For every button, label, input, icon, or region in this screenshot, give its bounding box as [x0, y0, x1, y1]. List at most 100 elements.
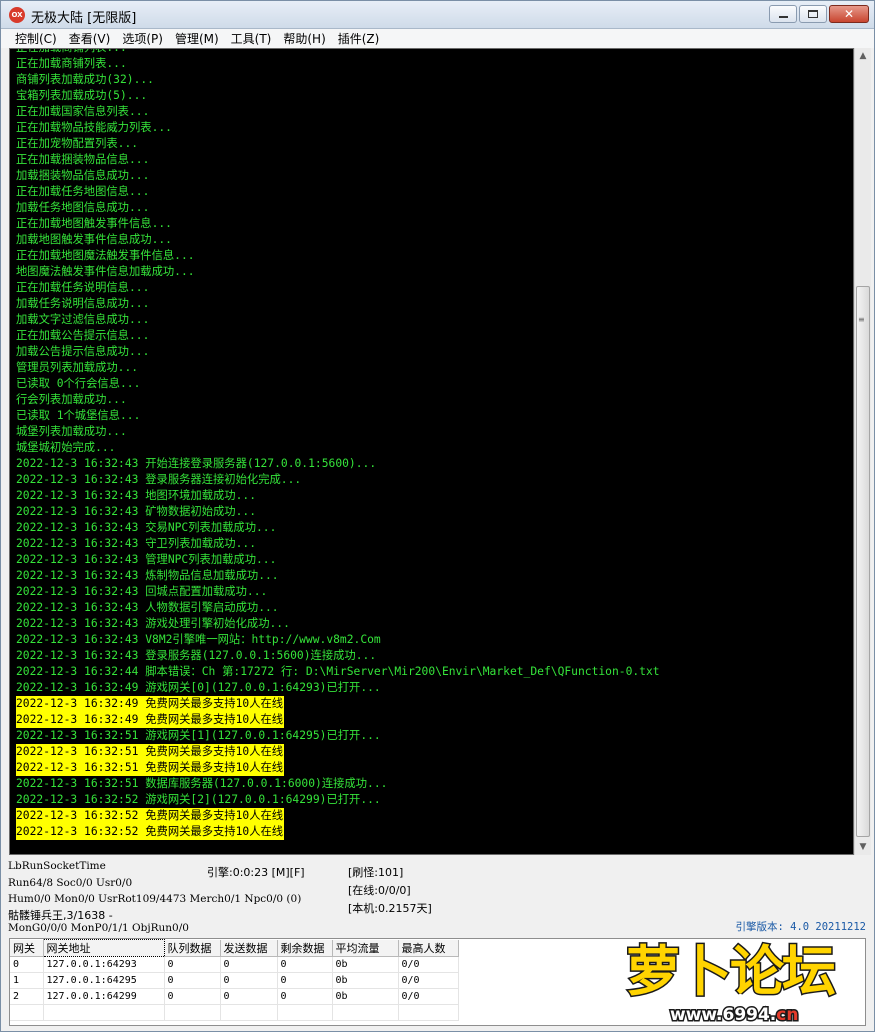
log-line: 2022-12-3 16:32:43 炼制物品信息加载成功...: [16, 569, 279, 582]
menu-manage[interactable]: 管理(M): [169, 30, 225, 47]
log-line-row: 正在加载公告提示信息...: [16, 328, 660, 344]
log-line: 2022-12-3 16:32:43 地图环境加载成功...: [16, 489, 257, 502]
menu-control[interactable]: 控制(C): [9, 30, 63, 47]
log-line-row: 2022-12-3 16:32:51 数据库服务器(127.0.0.1:6000…: [16, 776, 660, 792]
window-title: 无极大陆 [无限版]: [31, 11, 137, 26]
menu-help[interactable]: 帮助(H): [277, 30, 331, 47]
scroll-down-icon[interactable]: ▼: [855, 839, 871, 855]
scroll-thumb[interactable]: [856, 286, 870, 837]
log-line: 正在加载捆装物品信息...: [16, 153, 150, 166]
log-line-row: 正在加载地图魔法触发事件信息...: [16, 248, 660, 264]
log-line-highlighted: 2022-12-3 16:32:52 免费网关最多支持10人在线: [16, 824, 285, 840]
log-line: 2022-12-3 16:32:49 游戏网关[0](127.0.0.1:642…: [16, 681, 381, 694]
log-line-row: 城堡列表加载成功...: [16, 424, 660, 440]
log-line-highlighted: 2022-12-3 16:32:49 免费网关最多支持10人在线: [16, 696, 285, 712]
log-line: 正在加载商铺列表...: [16, 57, 127, 70]
table-row[interactable]: 2 127.0.0.1:64299 0 0 0 0b 0/0: [10, 988, 459, 1005]
col-remaining[interactable]: 剩余数据: [277, 939, 333, 957]
log-line: 正在加载任务说明信息...: [16, 281, 150, 294]
maximize-icon: [808, 10, 818, 18]
menu-options[interactable]: 选项(P): [116, 30, 169, 47]
cell: 0: [277, 956, 333, 973]
menu-tools[interactable]: 工具(T): [225, 30, 278, 47]
log-line: 加载捆装物品信息成功...: [16, 169, 150, 182]
log-line-row: 加载地图触发事件信息成功...: [16, 232, 660, 248]
close-button[interactable]: ✕: [829, 5, 869, 23]
cell: 0: [164, 988, 221, 1005]
log-lines: 正在加载商铺列表...正在加载商铺列表... 商铺列表加载成功(32)... 宝箱列…: [16, 49, 660, 840]
log-line: 2022-12-3 16:32:43 守卫列表加载成功...: [16, 537, 257, 550]
minimize-button[interactable]: [769, 5, 797, 23]
log-line-row: 城堡城初始完成...: [16, 440, 660, 456]
log-line-row: 正在加载捆装物品信息...: [16, 152, 660, 168]
title-bar[interactable]: OX 无极大陆 [无限版] ✕: [1, 1, 874, 29]
log-line: 加载地图触发事件信息成功...: [16, 233, 172, 246]
cell: 0b: [332, 956, 399, 973]
engine-version: 引擎版本: 4.0 20211212: [735, 921, 866, 933]
log-scrollbar[interactable]: ▲ ≡ ▼: [854, 48, 871, 855]
window-controls: ✕: [769, 5, 869, 23]
log-line: 正在加载物品技能威力列表...: [16, 121, 172, 134]
log-line: 2022-12-3 16:32:43 管理NPC列表加载成功...: [16, 553, 277, 566]
col-avg-traffic[interactable]: 平均流量: [332, 939, 399, 957]
app-icon[interactable]: OX: [9, 7, 25, 23]
log-line-highlighted: 2022-12-3 16:32:51 免费网关最多支持10人在线: [16, 760, 285, 776]
log-line-row: 商铺列表加载成功(32)...: [16, 72, 660, 88]
table-row[interactable]: 0 127.0.0.1:64293 0 0 0 0b 0/0: [10, 956, 459, 973]
log-line-row: 宝箱列表加载成功(5)...: [16, 88, 660, 104]
log-line: 加载文字过滤信息成功...: [16, 313, 150, 326]
log-line-row: 正在加载物品技能威力列表...: [16, 120, 660, 136]
cell: 0: [277, 972, 333, 989]
cell: 0: [220, 988, 278, 1005]
log-line-row: 2022-12-3 16:32:43 V8M2引擎唯一网站：http://www…: [16, 632, 660, 648]
log-line: 管理员列表加载成功...: [16, 361, 139, 374]
log-line: 宝箱列表加载成功(5)...: [16, 89, 148, 102]
maximize-button[interactable]: [799, 5, 827, 23]
log-console[interactable]: 正在加载商铺列表...正在加载商铺列表... 商铺列表加载成功(32)... 宝箱列…: [9, 48, 854, 855]
log-line-row: 正在加载任务说明信息...: [16, 280, 660, 296]
menu-plugins[interactable]: 插件(Z): [332, 30, 386, 47]
log-line: 2022-12-3 16:32:43 V8M2引擎唯一网站：http://www…: [16, 633, 381, 646]
col-gateway[interactable]: 网关: [10, 939, 44, 957]
cell: 127.0.0.1:64293: [43, 956, 165, 973]
log-line-row: 加载文字过滤信息成功...: [16, 312, 660, 328]
col-queue[interactable]: 队列数据: [164, 939, 221, 957]
log-line: 2022-12-3 16:32:44 脚本错误：Ch 第:17272 行: D:…: [16, 665, 660, 678]
log-line-row: 2022-12-3 16:32:49 游戏网关[0](127.0.0.1:642…: [16, 680, 660, 696]
log-line-row: 正在加宠物配置列表...: [16, 136, 660, 152]
main-window: OX 无极大陆 [无限版] ✕ 控制(C) 查看(V) 选项(P) 管理(M) …: [0, 0, 875, 1032]
log-line-row: 2022-12-3 16:32:52 免费网关最多支持10人在线: [16, 808, 660, 824]
scroll-up-icon[interactable]: ▲: [855, 48, 871, 64]
cell: 127.0.0.1:64299: [43, 988, 165, 1005]
log-line-row: 2022-12-3 16:32:49 免费网关最多支持10人在线: [16, 696, 660, 712]
log-line-row: 已读取 0个行会信息...: [16, 376, 660, 392]
col-sent[interactable]: 发送数据: [220, 939, 278, 957]
col-address[interactable]: 网关地址: [42, 939, 165, 957]
log-line-row: 2022-12-3 16:32:43 登录服务器(127.0.0.1:5600)…: [16, 648, 660, 664]
log-line-row: 地图魔法触发事件信息加载成功...: [16, 264, 660, 280]
log-line-highlighted: 2022-12-3 16:32:51 免费网关最多支持10人在线: [16, 744, 285, 760]
log-line: 加载任务说明信息成功...: [16, 297, 150, 310]
log-line-row: 加载任务地图信息成功...: [16, 200, 660, 216]
cell: 0b: [332, 988, 399, 1005]
log-line-row: 正在加载国家信息列表...: [16, 104, 660, 120]
uptime: [本机:0.2157天]: [348, 902, 432, 915]
log-line-row: 加载公告提示信息成功...: [16, 344, 660, 360]
col-max-users[interactable]: 最高人数: [398, 939, 459, 957]
menu-bar: 控制(C) 查看(V) 选项(P) 管理(M) 工具(T) 帮助(H) 插件(Z…: [1, 29, 874, 48]
log-line-row: 正在加载任务地图信息...: [16, 184, 660, 200]
log-line: 已读取 0个行会信息...: [16, 377, 141, 390]
log-line: 2022-12-3 16:32:51 数据库服务器(127.0.0.1:6000…: [16, 777, 388, 790]
log-line-row: 2022-12-3 16:32:43 回城点配置加载成功...: [16, 584, 660, 600]
log-line-row: 2022-12-3 16:32:44 脚本错误：Ch 第:17272 行: D:…: [16, 664, 660, 680]
gateway-table[interactable]: 网关 网关地址 队列数据 发送数据 剩余数据 平均流量 最高人数 0 127.0…: [9, 938, 866, 1026]
table-row[interactable]: 1 127.0.0.1:64295 0 0 0 0b 0/0: [10, 972, 459, 989]
log-line-row: 正在加载地图触发事件信息...: [16, 216, 660, 232]
log-line: 正在加载商铺列表...: [16, 49, 660, 56]
log-line-row: 2022-12-3 16:32:51 免费网关最多支持10人在线: [16, 760, 660, 776]
menu-view[interactable]: 查看(V): [63, 30, 117, 47]
log-line-highlighted: 2022-12-3 16:32:49 免费网关最多支持10人在线: [16, 712, 285, 728]
run-stats: Run64/8 Soc0/0 Usr0/0: [8, 877, 133, 889]
log-line-highlighted: 2022-12-3 16:32:52 免费网关最多支持10人在线: [16, 808, 285, 824]
socket-time-label: LbRunSocketTime: [8, 860, 106, 872]
